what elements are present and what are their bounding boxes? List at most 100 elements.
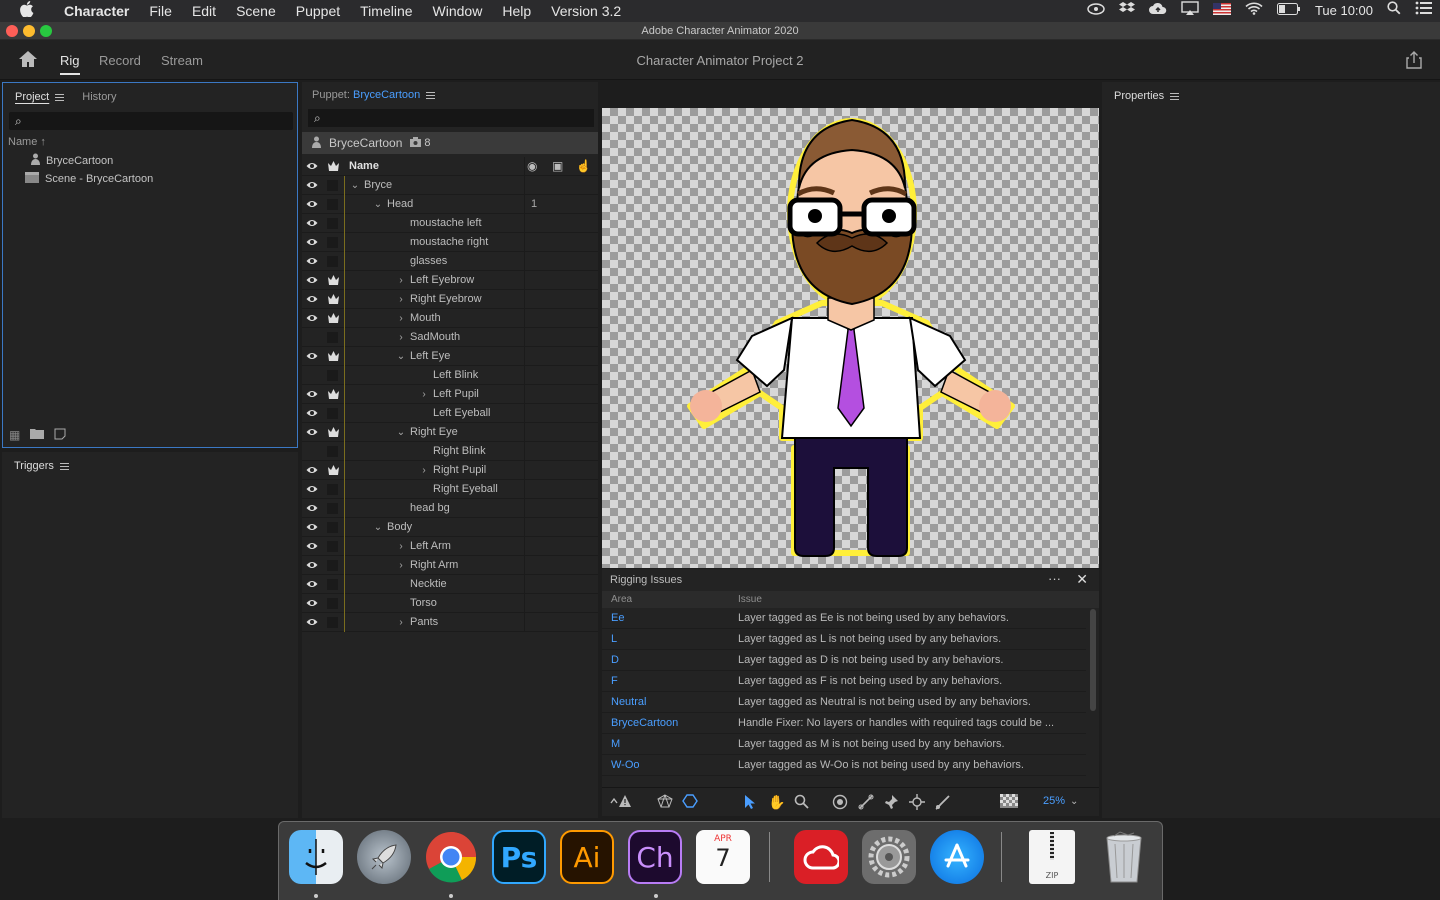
issue-area-link[interactable]: L bbox=[611, 633, 617, 645]
chevron-right-icon[interactable]: › bbox=[419, 389, 429, 400]
layer-row[interactable]: ⌄ Left Eye bbox=[302, 347, 598, 366]
tag-toggle[interactable] bbox=[327, 218, 338, 229]
layer-row[interactable]: ⌄ Head 1 bbox=[302, 195, 598, 214]
creative-cloud-icon[interactable] bbox=[794, 830, 848, 884]
mesh-icon[interactable] bbox=[657, 794, 673, 811]
independent-crown-icon[interactable] bbox=[327, 350, 340, 363]
tag-toggle[interactable] bbox=[327, 237, 338, 248]
more-options-icon[interactable]: ··· bbox=[1048, 571, 1061, 586]
layer-row[interactable]: › Left Pupil bbox=[302, 385, 598, 404]
battery-icon[interactable] bbox=[1270, 0, 1308, 22]
tag-toggle[interactable] bbox=[327, 408, 338, 419]
chevron-down-icon[interactable]: ⌄ bbox=[396, 427, 406, 438]
stick-tool-icon[interactable] bbox=[858, 794, 874, 813]
camera-icon[interactable]: ▣ bbox=[552, 159, 563, 173]
tag-toggle[interactable] bbox=[327, 579, 338, 590]
chevron-right-icon[interactable]: › bbox=[396, 294, 406, 305]
layer-row[interactable]: glasses bbox=[302, 252, 598, 271]
tag-toggle[interactable] bbox=[327, 522, 338, 533]
tag-toggle[interactable] bbox=[327, 503, 338, 514]
tag-toggle[interactable] bbox=[327, 617, 338, 628]
independent-crown-icon[interactable] bbox=[327, 388, 340, 401]
menu-edit[interactable]: Edit bbox=[182, 0, 226, 22]
puppet-header-row[interactable]: BryceCartoon 8 bbox=[302, 132, 598, 154]
layer-row[interactable]: › Left Arm bbox=[302, 537, 598, 556]
area-column-header[interactable]: Area bbox=[611, 594, 632, 605]
close-icon[interactable]: ✕ bbox=[1076, 571, 1088, 588]
chevron-right-icon[interactable]: › bbox=[396, 560, 406, 571]
zoom-dropdown-chevron-icon[interactable]: ⌄ bbox=[1070, 796, 1078, 807]
illustrator-icon[interactable]: Ai bbox=[560, 830, 614, 884]
record-icon[interactable]: ◉ bbox=[527, 159, 537, 173]
menu-app-name[interactable]: Character bbox=[54, 0, 139, 22]
outline-icon[interactable] bbox=[682, 794, 698, 811]
panel-menu-icon[interactable] bbox=[426, 91, 436, 99]
creative-cloud-status-icon[interactable] bbox=[1080, 0, 1112, 22]
pin-tool-icon[interactable] bbox=[883, 794, 899, 813]
visibility-eye-icon[interactable] bbox=[306, 274, 318, 286]
system-preferences-icon[interactable] bbox=[862, 830, 916, 884]
transparency-grid-icon[interactable] bbox=[1000, 794, 1018, 811]
issue-column-header[interactable]: Issue bbox=[738, 594, 762, 605]
panel-menu-icon[interactable] bbox=[1170, 92, 1180, 100]
panel-menu-icon[interactable] bbox=[59, 462, 69, 470]
visibility-eye-icon[interactable] bbox=[306, 464, 318, 476]
layer-row[interactable]: › SadMouth bbox=[302, 328, 598, 347]
new-scene-icon[interactable]: ▦ bbox=[9, 428, 20, 443]
visibility-eye-icon[interactable] bbox=[306, 483, 318, 495]
tag-toggle[interactable] bbox=[327, 446, 338, 457]
issue-area-link[interactable]: M bbox=[611, 738, 620, 750]
visibility-eye-icon[interactable] bbox=[306, 217, 318, 229]
layer-row[interactable]: › Pants bbox=[302, 613, 598, 632]
finder-icon[interactable] bbox=[289, 830, 343, 884]
visibility-eye-icon[interactable] bbox=[306, 540, 318, 552]
tag-toggle[interactable] bbox=[327, 484, 338, 495]
menu-window[interactable]: Window bbox=[423, 0, 493, 22]
issue-area-link[interactable]: W-Oo bbox=[611, 759, 640, 771]
menu-timeline[interactable]: Timeline bbox=[350, 0, 422, 22]
rigging-issue-row[interactable]: Neutral Layer tagged as Neutral is not be… bbox=[602, 692, 1086, 713]
visibility-eye-icon[interactable] bbox=[306, 179, 318, 191]
layer-row[interactable]: Torso bbox=[302, 594, 598, 613]
layer-row[interactable]: › Left Eyebrow bbox=[302, 271, 598, 290]
hand-tool-icon[interactable]: ✋ bbox=[768, 794, 785, 811]
visibility-eye-icon[interactable] bbox=[306, 312, 318, 324]
visibility-eye-icon[interactable] bbox=[306, 578, 318, 590]
chevron-down-icon[interactable]: ⌄ bbox=[373, 522, 383, 533]
tag-toggle[interactable] bbox=[327, 332, 338, 343]
tag-toggle[interactable] bbox=[327, 199, 338, 210]
menubar-clock[interactable]: Tue 10:00 bbox=[1308, 0, 1380, 22]
rigging-issue-row[interactable]: BryceCartoon Handle Fixer: No layers or h… bbox=[602, 713, 1086, 734]
project-item-puppet[interactable]: BryceCartoon bbox=[31, 153, 113, 168]
select-tool-icon[interactable] bbox=[744, 794, 756, 813]
chevron-down-icon[interactable]: ⌄ bbox=[350, 180, 360, 191]
share-icon[interactable] bbox=[1406, 51, 1422, 72]
rigging-issue-row[interactable]: D Layer tagged as D is not being used by … bbox=[602, 650, 1086, 671]
menu-scene[interactable]: Scene bbox=[226, 0, 286, 22]
rigging-issue-row[interactable]: W-Oo Layer tagged as W-Oo is not being us… bbox=[602, 755, 1086, 776]
zip-archive-icon[interactable]: ZIP bbox=[1029, 830, 1075, 884]
independent-crown-icon[interactable] bbox=[327, 293, 340, 306]
tab-project[interactable]: Project bbox=[15, 91, 65, 103]
independent-crown-icon[interactable] bbox=[327, 160, 340, 173]
tag-toggle[interactable] bbox=[327, 180, 338, 191]
independent-crown-icon[interactable] bbox=[327, 274, 340, 287]
rigging-issue-row[interactable]: Ee Layer tagged as Ee is not being used b… bbox=[602, 608, 1086, 629]
zoom-level[interactable]: 25% bbox=[1043, 795, 1065, 807]
layer-row[interactable]: › Right Arm bbox=[302, 556, 598, 575]
app-store-icon[interactable] bbox=[930, 830, 984, 884]
tag-toggle[interactable] bbox=[327, 256, 338, 267]
character-animator-icon[interactable]: Ch bbox=[628, 830, 682, 884]
visibility-eye-icon[interactable] bbox=[306, 350, 318, 362]
name-column-header[interactable]: Name ↑ bbox=[8, 136, 46, 148]
layer-column-header[interactable]: Name ◉ ▣ ☝ bbox=[302, 157, 598, 176]
us-flag-icon[interactable] bbox=[1206, 0, 1238, 22]
visibility-eye-icon[interactable] bbox=[306, 236, 318, 248]
layer-row[interactable]: moustache right bbox=[302, 233, 598, 252]
touch-icon[interactable]: ☝ bbox=[576, 159, 591, 173]
layer-row[interactable]: Right Blink bbox=[302, 442, 598, 461]
origin-tool-icon[interactable] bbox=[832, 794, 848, 813]
visibility-eye-icon[interactable] bbox=[306, 616, 318, 628]
dropbox-icon[interactable] bbox=[1112, 0, 1142, 22]
chevron-right-icon[interactable]: › bbox=[396, 541, 406, 552]
